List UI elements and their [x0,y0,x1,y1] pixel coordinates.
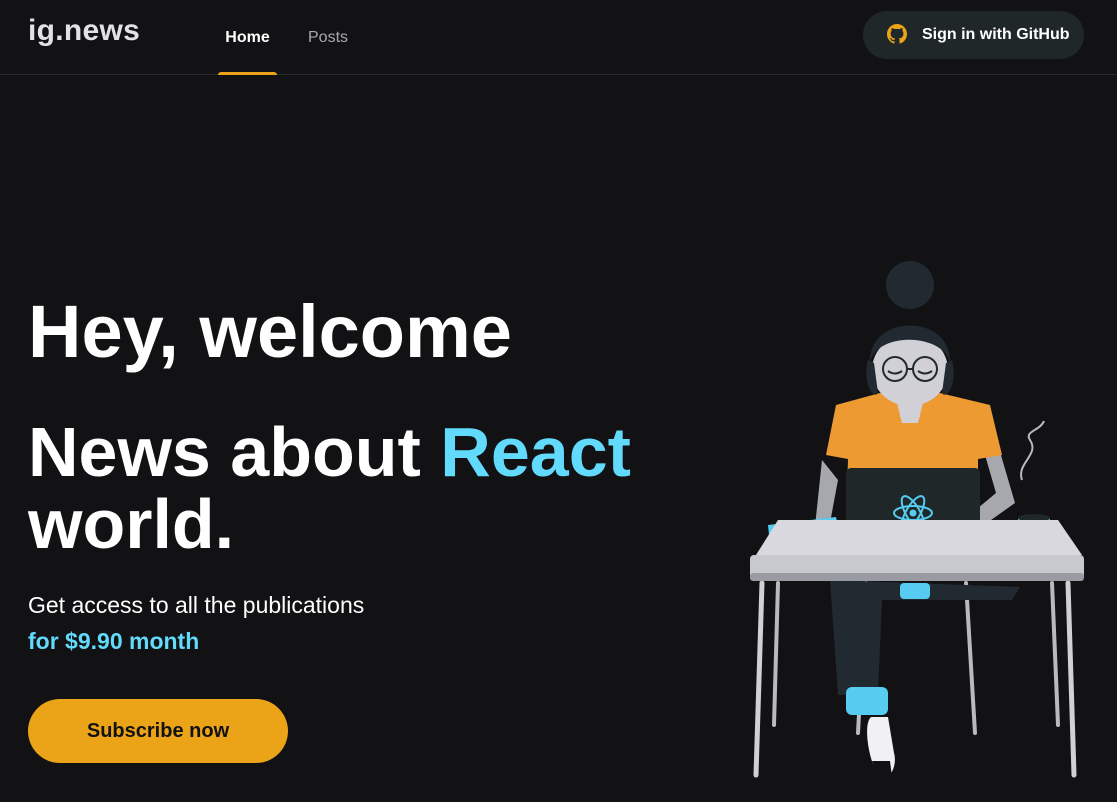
welcome-heading: Hey, welcome [28,290,512,373]
headline-end: world. [28,485,235,563]
headline: News about React world. [28,416,668,560]
site-logo[interactable]: ig.news [28,14,140,48]
main-nav: Home Posts [218,0,348,75]
nav-home-label: Home [225,28,270,46]
active-nav-indicator [218,72,277,75]
nav-posts-label: Posts [308,28,349,46]
site-header: ig.news Home Posts Sign in with GitHub [0,0,1117,75]
sign-in-github-button[interactable]: Sign in with GitHub [863,11,1084,59]
nav-posts[interactable]: Posts [308,0,348,75]
price-text: for $9.90 month [28,628,200,654]
nav-home[interactable]: Home [218,0,277,75]
headline-accent-react: React [440,413,631,491]
github-icon [887,23,907,47]
sign-in-label: Sign in with GitHub [922,26,1070,43]
woman-with-laptop-illustration [750,261,1084,781]
subtitle: Get access to all the publications [28,592,365,618]
subscribe-button[interactable]: Subscribe now [28,699,288,763]
desk-legs [753,580,1077,778]
headline-start: News about [28,413,441,491]
desk-top [750,520,1084,581]
woman-legs [830,580,1020,781]
